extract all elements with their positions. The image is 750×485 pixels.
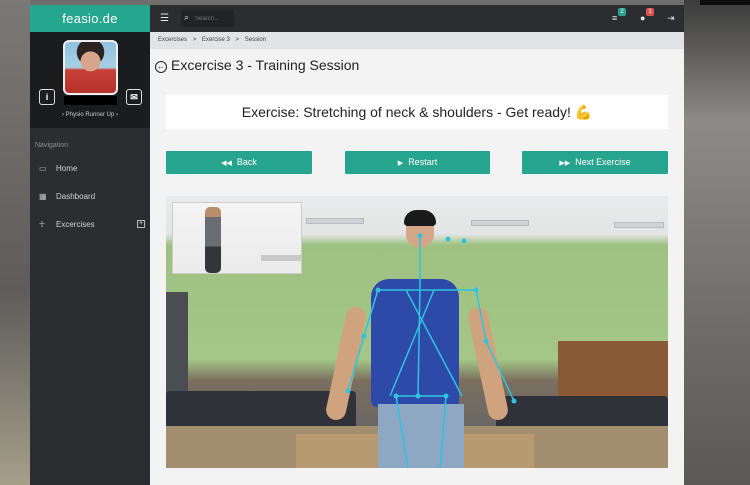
restart-button[interactable]: ▶ Restart xyxy=(345,151,490,174)
page-title-text: Excercise 3 - Training Session xyxy=(171,57,360,73)
skeleton-joints xyxy=(345,233,517,404)
sidebar-item-dashboard[interactable]: ▦ Dashboard xyxy=(30,183,150,211)
search-icon: ⌕ xyxy=(184,12,190,22)
logout-icon[interactable]: ⇥ xyxy=(667,13,675,24)
nav-title: Navigation xyxy=(35,142,69,149)
app-window: feasio.de i ✉ › Physio Runner Up › Navig… xyxy=(30,5,684,485)
breadcrumb-item[interactable]: Exercise 3 xyxy=(202,37,230,43)
brand-logo[interactable]: feasio.de xyxy=(30,5,150,32)
breadcrumb-item: Session xyxy=(244,37,267,43)
monitor-icon: ▭ xyxy=(39,164,47,173)
next-exercise-button-label: Next Exercise xyxy=(575,157,631,167)
profile-role-label: Physio Runner Up xyxy=(65,112,115,118)
search-input[interactable] xyxy=(195,13,232,24)
messages-icon[interactable]: ● 1 xyxy=(640,8,654,23)
background-right xyxy=(684,0,750,485)
avatar[interactable] xyxy=(63,40,118,95)
menu-toggle-icon[interactable]: ☰ xyxy=(160,13,169,24)
profile-panel: i ✉ › Physio Runner Up › xyxy=(30,32,150,128)
breadcrumb-separator: > xyxy=(235,37,240,43)
sidebar-item-label: Excercises xyxy=(56,220,95,229)
search-box[interactable]: ⌕ xyxy=(181,10,234,27)
back-button-label: Back xyxy=(236,157,257,167)
profile-role: › Physio Runner Up › xyxy=(30,112,150,118)
sidebar-item-label: Home xyxy=(56,164,78,173)
sidebar-item-label: Dashboard xyxy=(56,192,96,201)
instructor-video-thumbnail[interactable] xyxy=(172,202,302,274)
chevron-right-icon: › xyxy=(61,112,64,118)
restart-button-label: Restart xyxy=(408,157,438,167)
breadcrumb: Excercises > Exercise 3 > Session xyxy=(150,32,684,49)
skeleton-lines xyxy=(347,236,515,468)
chart-icon: ▦ xyxy=(39,192,47,201)
sidebar-item-home[interactable]: ▭ Home xyxy=(30,155,150,183)
top-bar: ☰ ⌕ ≡ 2 ● 1 ⇥ xyxy=(150,5,684,32)
camera-feed xyxy=(166,196,668,468)
bench xyxy=(261,255,301,261)
exercise-banner: Exercise: Stretching of neck & shoulders… xyxy=(166,95,668,129)
tasks-icon[interactable]: ≡ 2 xyxy=(612,8,626,23)
back-button[interactable]: ◀◀ Back xyxy=(166,151,312,174)
tasks-badge: 2 xyxy=(618,8,626,16)
background-left xyxy=(0,0,30,485)
sidebar: feasio.de i ✉ › Physio Runner Up › Navig… xyxy=(30,5,150,485)
redacted-name-bar xyxy=(64,96,117,105)
figure-icon: ☥ xyxy=(39,220,45,229)
background-top-right-bar xyxy=(700,0,750,5)
back-arrow-icon[interactable]: ← xyxy=(155,61,167,73)
info-icon[interactable]: i xyxy=(39,89,55,105)
next-exercise-button[interactable]: ▶▶ Next Exercise xyxy=(522,151,668,174)
breadcrumb-item[interactable]: Excercises xyxy=(158,37,187,43)
instructor-figure xyxy=(205,207,221,273)
chevron-right-icon: › xyxy=(116,112,119,118)
fast-forward-icon: ▶▶ xyxy=(559,160,571,167)
page-title: ← Excercise 3 - Training Session xyxy=(155,55,359,75)
plus-icon[interactable]: + xyxy=(137,220,145,228)
envelope-icon[interactable]: ✉ xyxy=(126,89,142,105)
play-icon: ▶ xyxy=(397,160,404,167)
rewind-icon: ◀◀ xyxy=(221,160,232,167)
breadcrumb-separator: > xyxy=(192,37,197,43)
sidebar-item-excercises[interactable]: ☥ Excercises + xyxy=(30,211,150,239)
messages-badge: 1 xyxy=(646,8,654,16)
